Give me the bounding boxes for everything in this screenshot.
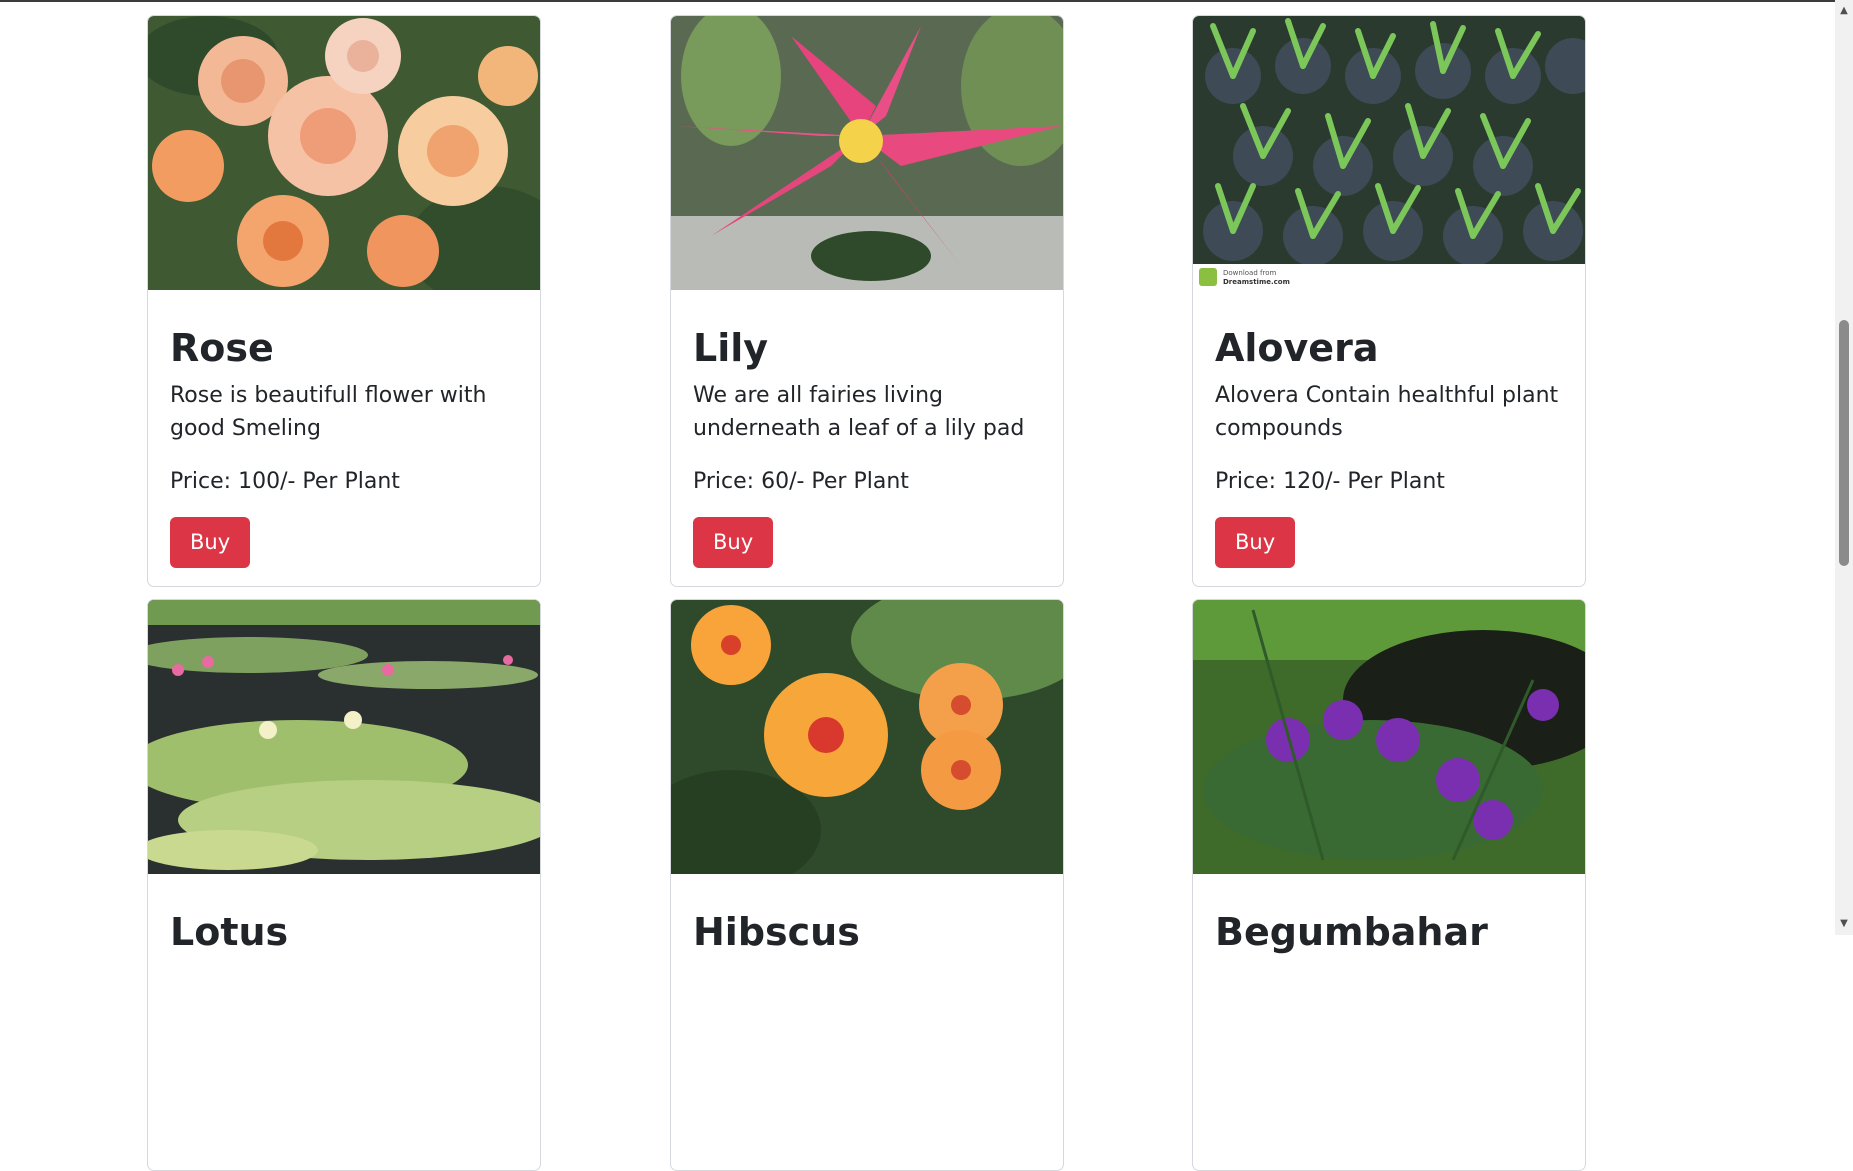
alovera-image-art: Download from Dreamstime.com	[1193, 16, 1585, 290]
buy-button[interactable]: Buy	[693, 517, 774, 568]
product-title: Hibscus	[693, 910, 860, 954]
product-title: Alovera	[1215, 326, 1379, 370]
lotus-image	[148, 600, 540, 874]
product-price: Price: 60/- Per Plant	[693, 469, 909, 494]
product-card-alovera: Download from Dreamstime.com Alovera Alo…	[1192, 15, 1586, 587]
product-title: Rose	[170, 326, 274, 370]
product-card-lotus: Lotus	[147, 599, 541, 1171]
product-card-lily: Lily We are all fairies living underneat…	[670, 15, 1064, 587]
product-grid: Rose Rose is beautifull flower with good…	[0, 0, 1835, 1171]
buy-button[interactable]: Buy	[170, 517, 251, 568]
product-description: We are all fairies living underneath a l…	[693, 383, 1025, 441]
lotus-image-art	[148, 600, 540, 874]
lily-image-art	[671, 16, 1063, 290]
product-card-rose: Rose Rose is beautifull flower with good…	[147, 15, 541, 587]
watermark-line2: Dreamstime.com	[1223, 278, 1290, 286]
product-card-hibscus: Hibscus	[670, 599, 1064, 1171]
product-description: Alovera Contain healthful plant compound…	[1215, 383, 1559, 441]
product-title: Lotus	[170, 910, 289, 954]
rose-image-art	[148, 16, 540, 290]
watermark-line1: Download from	[1223, 269, 1276, 277]
begumbahar-image-art	[1193, 600, 1585, 874]
begumbahar-image	[1193, 600, 1585, 874]
product-description: Rose is beautifull flower with good Smel…	[170, 383, 487, 441]
product-price: Price: 120/- Per Plant	[1215, 469, 1445, 494]
scroll-down-icon[interactable]: ▼	[1835, 915, 1853, 933]
vertical-scrollbar[interactable]: ▲ ▼	[1835, 0, 1853, 935]
hibscus-image	[671, 600, 1063, 874]
alovera-image: Download from Dreamstime.com	[1193, 16, 1585, 290]
buy-button[interactable]: Buy	[1215, 517, 1296, 568]
product-title: Begumbahar	[1215, 910, 1488, 954]
lily-image	[671, 16, 1063, 290]
product-title: Lily	[693, 326, 769, 370]
scroll-up-icon[interactable]: ▲	[1835, 2, 1853, 20]
product-card-begumbahar: Begumbahar	[1192, 599, 1586, 1171]
scrollbar-thumb[interactable]	[1839, 320, 1849, 566]
product-price: Price: 100/- Per Plant	[170, 469, 400, 494]
hibscus-image-art	[671, 600, 1063, 874]
rose-image	[148, 16, 540, 290]
